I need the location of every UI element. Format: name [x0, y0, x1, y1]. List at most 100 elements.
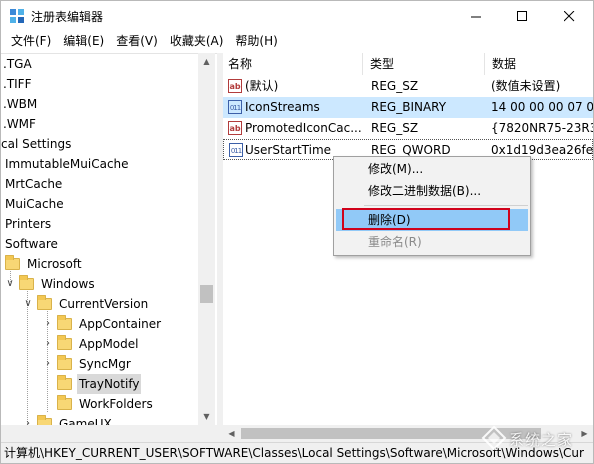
- window-title: 注册表编辑器: [31, 10, 104, 24]
- scroll-thumb[interactable]: [200, 285, 213, 303]
- tree-item-label: MuiCache: [5, 197, 64, 211]
- tree-item-label: Windows: [41, 277, 95, 291]
- value-type: REG_SZ: [371, 121, 419, 135]
- folder-icon: [37, 415, 52, 425]
- scroll-up-icon[interactable]: ▲: [198, 53, 215, 70]
- scroll-left-icon[interactable]: ◀: [223, 425, 240, 442]
- value-data: 14 00 00 00 07 00: [491, 100, 593, 114]
- regedit-app-icon: [10, 9, 24, 23]
- folder-icon: [57, 395, 72, 410]
- menu-item-modify[interactable]: 修改(M)...: [336, 158, 528, 180]
- tree-horizontal-scrollbar[interactable]: [1, 425, 217, 442]
- binary-value-icon: 011: [228, 100, 242, 114]
- tree-item[interactable]: › SyncMgr: [43, 354, 133, 374]
- string-value-icon: ab: [228, 121, 242, 135]
- tree-item-label: AppContainer: [79, 317, 162, 331]
- column-header-data[interactable]: 数据: [487, 53, 593, 75]
- tree-item-label: Software: [5, 237, 58, 251]
- tree-item-label: MrtCache: [5, 177, 63, 191]
- tree-item-label: TrayNotify: [77, 374, 142, 394]
- menu-help[interactable]: 帮助(H): [229, 31, 283, 51]
- tree-item-label: GameUX: [59, 417, 112, 425]
- menu-separator: [364, 205, 528, 206]
- minimize-button[interactable]: [453, 1, 499, 31]
- scroll-down-icon[interactable]: ▼: [198, 408, 215, 425]
- tree-item[interactable]: ∨ Windows: [5, 274, 97, 294]
- minimize-icon: [470, 16, 481, 17]
- context-menu: 修改(M)... 修改二进制数据(B)... 删除(D) 重命名(R): [333, 156, 531, 256]
- chevron-down-icon[interactable]: ∨: [23, 294, 33, 314]
- tree-item-label: SyncMgr: [79, 357, 131, 371]
- binary-value-icon: 011: [229, 143, 243, 157]
- folder-icon: [57, 355, 72, 370]
- value-name: (默认): [245, 79, 279, 93]
- tree-item[interactable]: cal Settings: [1, 134, 73, 154]
- value-data: (数值未设置): [491, 79, 561, 93]
- tree-item[interactable]: MrtCache: [3, 174, 64, 194]
- chevron-right-icon[interactable]: ›: [43, 334, 53, 354]
- watermark-text: 系统之家: [509, 431, 574, 449]
- tree-item[interactable]: .WBM: [1, 94, 39, 114]
- tree-item[interactable]: .TGA: [1, 54, 34, 74]
- tree-item[interactable]: › AppModel: [43, 334, 140, 354]
- value-type: REG_BINARY: [371, 100, 447, 114]
- site-watermark: 系统之家: [479, 419, 589, 459]
- key-tree: .TGA .TIFF .WBM .WMF cal Settings Immuta…: [1, 53, 217, 425]
- folder-icon: [57, 315, 72, 330]
- tree-item[interactable]: › AppContainer: [43, 314, 163, 334]
- tree-item[interactable]: .WMF: [1, 114, 38, 134]
- tree-item[interactable]: MuiCache: [3, 194, 66, 214]
- tree-item[interactable]: ∨ CurrentVersion: [23, 294, 150, 314]
- folder-icon: [37, 295, 52, 310]
- tree-item[interactable]: Software: [3, 234, 60, 254]
- tree-item[interactable]: .TIFF: [1, 74, 34, 94]
- annotation-highlight-box: [342, 208, 510, 230]
- value-row[interactable]: ab (默认) REG_SZ (数值未设置): [223, 76, 593, 97]
- close-button[interactable]: [546, 1, 592, 31]
- value-row[interactable]: 011 IconStreams REG_BINARY 14 00 00 00 0…: [223, 97, 593, 118]
- tree-item-label: AppModel: [79, 337, 139, 351]
- tree-item[interactable]: ImmutableMuiCache: [3, 154, 131, 174]
- tree-item[interactable]: Microsoft: [5, 254, 84, 274]
- tree-item[interactable]: Printers: [3, 214, 53, 234]
- chevron-right-icon[interactable]: ›: [43, 314, 53, 334]
- tree-vertical-scrollbar[interactable]: ▲ ▼: [198, 53, 215, 425]
- menu-bar: 文件(F) 编辑(E) 查看(V) 收藏夹(A) 帮助(H): [1, 31, 593, 51]
- maximize-button[interactable]: [499, 1, 545, 31]
- folder-icon: [19, 275, 34, 290]
- chevron-right-icon[interactable]: ›: [43, 354, 53, 374]
- chevron-right-icon[interactable]: ›: [23, 414, 33, 425]
- tree-item-selected[interactable]: TrayNotify: [57, 374, 142, 394]
- value-data: {7820NR75-23R3: [491, 121, 593, 135]
- menu-view[interactable]: 查看(V): [110, 31, 164, 51]
- tree-item-label: ImmutableMuiCache: [5, 157, 129, 171]
- column-header-type[interactable]: 类型: [365, 53, 485, 75]
- tree-item-label: CurrentVersion: [59, 297, 149, 311]
- string-value-icon: ab: [228, 79, 242, 93]
- menu-item-modify-binary[interactable]: 修改二进制数据(B)...: [336, 180, 528, 202]
- value-row[interactable]: ab PromotedIconCac... REG_SZ {7820NR75-2…: [223, 118, 593, 139]
- tree-item-label: .TIFF: [3, 77, 32, 91]
- folder-icon: [5, 255, 20, 270]
- watermark-logo-icon: [481, 425, 507, 451]
- value-name: IconStreams: [245, 100, 320, 114]
- menu-favorites[interactable]: 收藏夹(A): [164, 31, 230, 51]
- folder-icon: [57, 375, 72, 390]
- menu-file[interactable]: 文件(F): [5, 31, 57, 51]
- regedit-window: 注册表编辑器 文件(F) 编辑(E) 查看(V) 收藏夹(A) 帮助(H) .T…: [0, 0, 594, 464]
- column-header-name[interactable]: 名称: [223, 53, 363, 75]
- tree-item-label: .WMF: [3, 117, 36, 131]
- tree-item-label: .TGA: [3, 57, 32, 71]
- tree-item-label: Printers: [5, 217, 52, 231]
- title-bar: 注册表编辑器: [1, 1, 593, 31]
- tree-item-label: Microsoft: [27, 257, 82, 271]
- chevron-down-icon[interactable]: ∨: [5, 274, 15, 294]
- folder-icon: [57, 335, 72, 350]
- tree-item-label: WorkFolders: [79, 397, 153, 411]
- tree-item[interactable]: WorkFolders: [57, 394, 155, 414]
- tree-item-label: cal Settings: [1, 137, 72, 151]
- menu-edit[interactable]: 编辑(E): [57, 31, 110, 51]
- tree-item[interactable]: › GameUX: [23, 414, 114, 425]
- maximize-icon: [516, 10, 527, 21]
- close-icon: [563, 10, 574, 21]
